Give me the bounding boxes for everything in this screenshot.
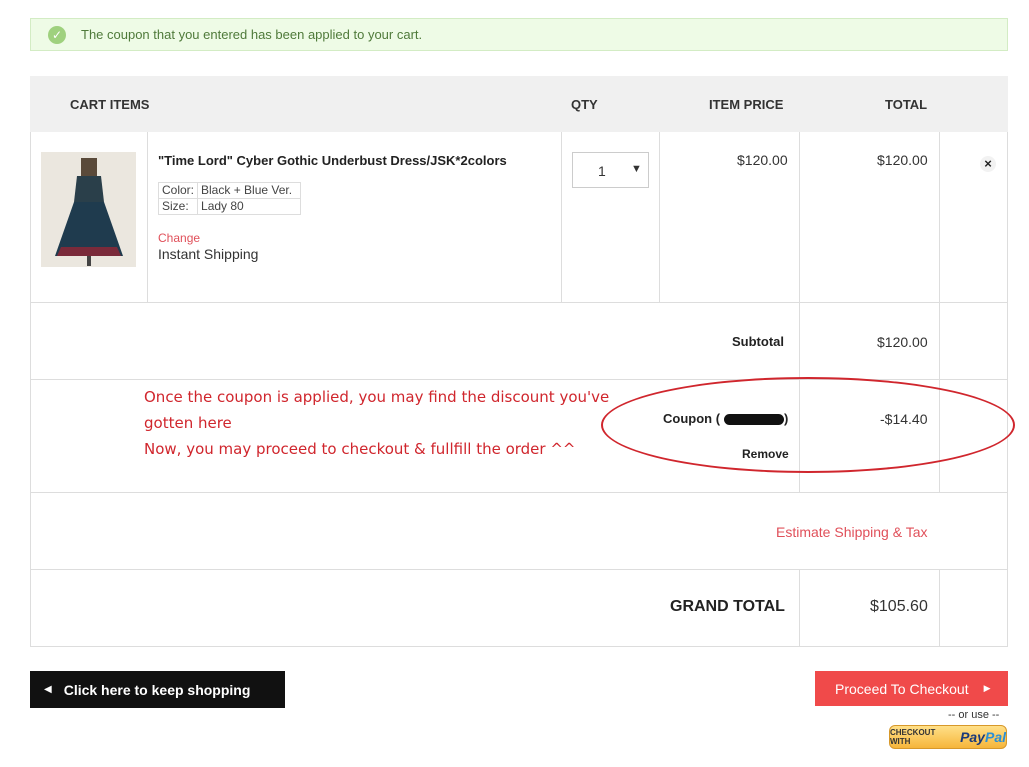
coupon-success-message: ✓ The coupon that you entered has been a… [30,18,1008,51]
remove-item-icon[interactable]: × [980,156,996,172]
annotation-line-3: Now, you may proceed to checkout & fullf… [144,440,576,458]
cart-table-header: CART ITEMS QTY ITEM PRICE TOTAL [30,76,1008,132]
header-cart-items: CART ITEMS [70,97,150,112]
cart-table: "Time Lord" Cyber Gothic Underbust Dress… [30,132,1015,647]
header-qty: QTY [571,97,598,112]
product-image[interactable] [41,152,136,267]
header-total: TOTAL [885,97,928,112]
product-name[interactable]: "Time Lord" Cyber Gothic Underbust Dress… [158,153,507,168]
shipping-method: Instant Shipping [158,246,259,262]
quantity-value: 1 [598,163,606,179]
caret-right-icon: ▶ [983,683,991,693]
success-message-text: The coupon that you entered has been app… [81,27,423,42]
keep-shopping-button[interactable]: ◀ Click here to keep shopping [30,671,285,708]
paypal-checkout-button[interactable]: CHECKOUT WITH Pay Pal [889,725,1007,749]
check-circle-icon: ✓ [48,25,66,44]
attr-size-value: Lady 80 [197,198,302,215]
attr-color-value: Black + Blue Ver. [197,182,302,199]
keep-shopping-label: Click here to keep shopping [63,681,251,698]
proceed-label: Proceed To Checkout [835,680,969,697]
grand-total-value: $105.60 [870,598,928,615]
proceed-to-checkout-button[interactable]: Proceed To Checkout ▶ [815,671,1008,706]
quantity-select[interactable]: 1 ▼ [572,152,649,188]
dropdown-arrow-icon: ▼ [631,163,642,175]
grand-total-label: GRAND TOTAL [670,598,785,615]
change-link[interactable]: Change [158,231,200,245]
subtotal-label: Subtotal [732,334,784,349]
paypal-logo-pal: Pal [984,729,1006,745]
item-price: $120.00 [737,152,788,168]
product-attributes: Color: Black + Blue Ver. Size: Lady 80 [157,182,302,215]
paypal-checkout-with: CHECKOUT WITH [890,728,936,746]
annotation-line-2: gotten here [144,414,232,432]
attr-color-label: Color: [157,182,199,199]
estimate-shipping-link[interactable]: Estimate Shipping & Tax [776,524,928,540]
annotation-oval [601,377,1015,473]
paypal-logo-pay: Pay [960,729,985,745]
attr-size-label: Size: [157,198,199,215]
item-total: $120.00 [877,152,928,168]
subtotal-value: $120.00 [877,334,928,350]
header-item-price: ITEM PRICE [709,97,784,112]
caret-left-icon: ◀ [44,684,52,695]
annotation-line-1: Once the coupon is applied, you may find… [144,388,610,406]
or-use-text: -- or use -- [948,709,1000,721]
